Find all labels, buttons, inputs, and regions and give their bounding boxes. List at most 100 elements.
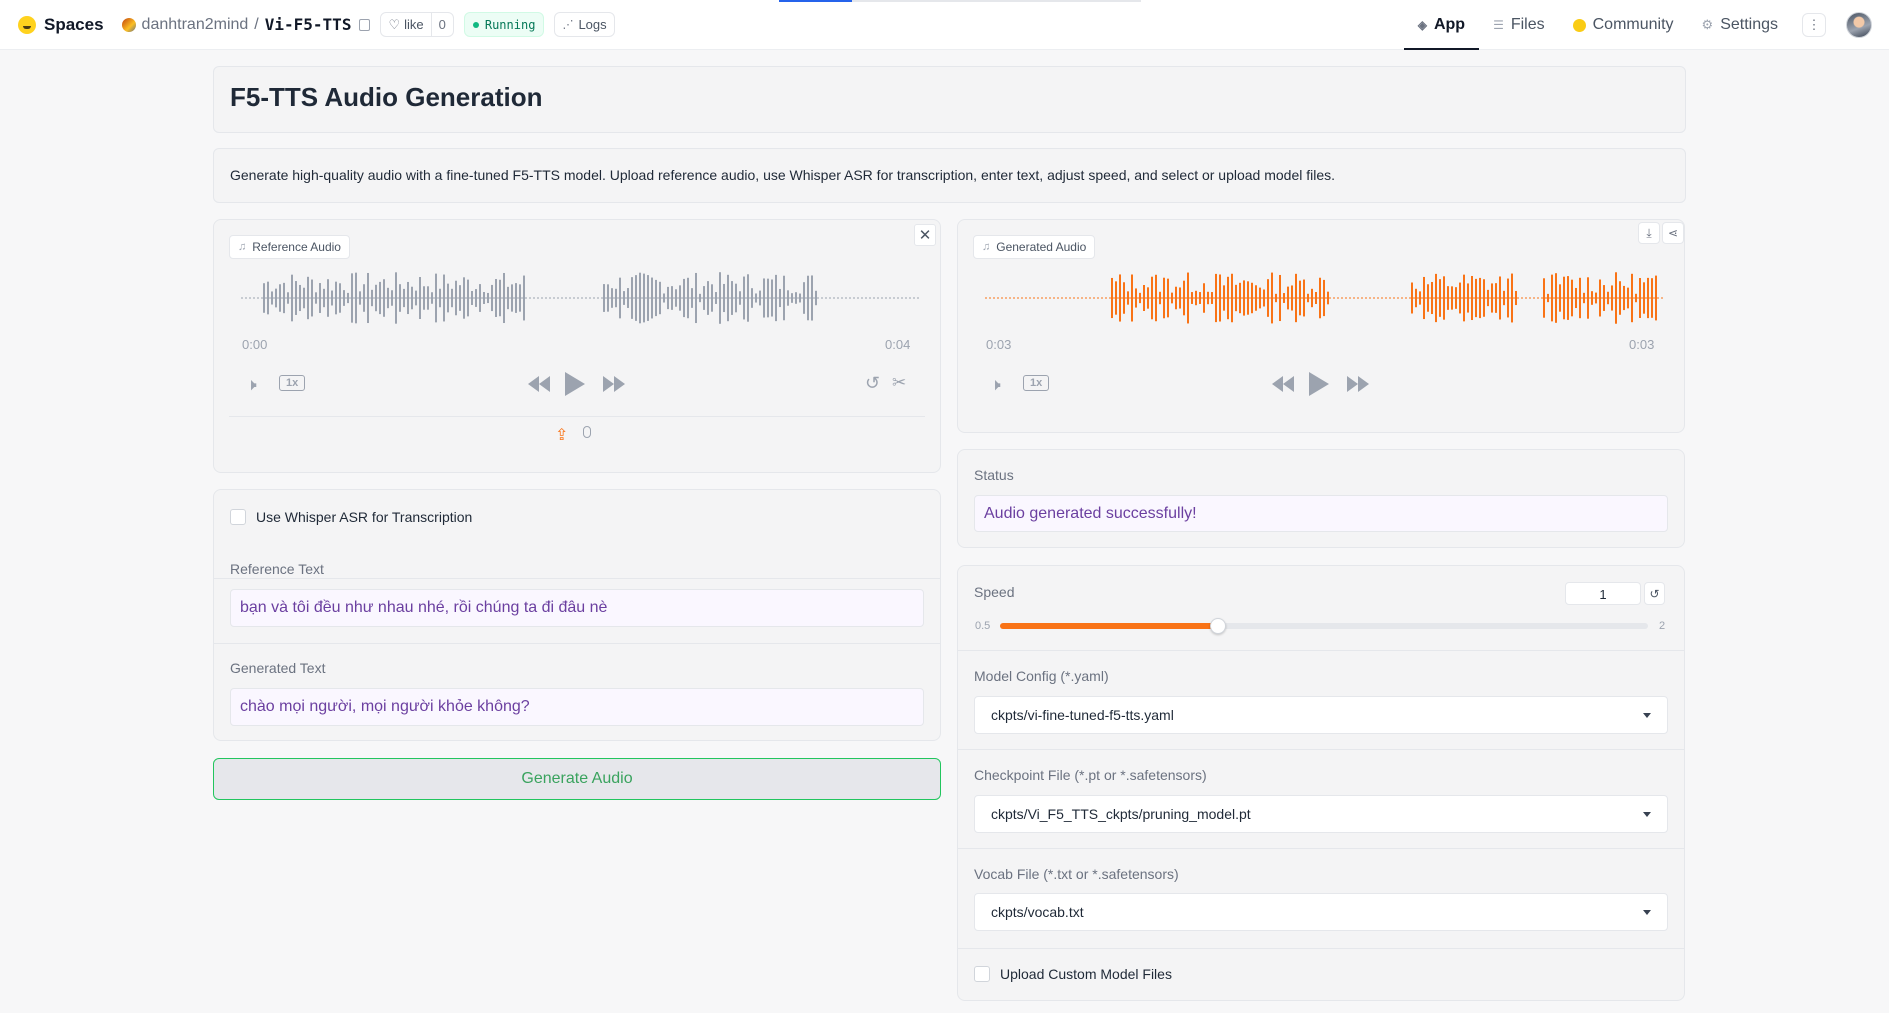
waveform-bar: [655, 279, 657, 317]
checkpoint-select[interactable]: ckpts/Vi_F5_TTS_ckpts/pruning_model.pt: [974, 795, 1668, 833]
waveform-bar: [1547, 293, 1549, 303]
vocab-select[interactable]: ckpts/vocab.txt: [974, 893, 1668, 931]
waveform-bar: [411, 286, 413, 310]
app-description-panel: Generate high-quality audio with a fine-…: [213, 148, 1686, 203]
waveform-bar: [1475, 278, 1477, 318]
waveform-bar: [1123, 282, 1125, 314]
waveform-bar: [1115, 281, 1117, 315]
repo-link[interactable]: Vi-F5-TTS: [265, 15, 352, 34]
waveform-bar: [695, 272, 697, 324]
generated-text-input[interactable]: chào mọi người, mọi người khỏe không?: [230, 688, 924, 726]
waveform-bar: [507, 286, 509, 310]
download-button[interactable]: ⤓: [1638, 222, 1660, 244]
owner-link[interactable]: danhtran2mind: [142, 16, 249, 34]
tab-settings-label: Settings: [1720, 16, 1778, 33]
waveform-bar: [391, 290, 393, 306]
rewind-button[interactable]: [1272, 376, 1294, 392]
speed-reset-button[interactable]: ↺: [1644, 582, 1665, 605]
waveform-bar: [735, 283, 737, 313]
waveform-bar: [499, 279, 501, 317]
waveform-bar: [1227, 276, 1229, 320]
rewind-icon: [528, 376, 539, 392]
waveform-bar: [459, 285, 461, 311]
waveform-bar: [1651, 278, 1653, 318]
playback-rate-button[interactable]: 1x: [279, 375, 306, 391]
volume-icon: 🕨: [990, 375, 1001, 394]
model-config-select[interactable]: ckpts/vi-fine-tuned-f5-tts.yaml: [974, 696, 1668, 734]
tab-files-label: Files: [1510, 16, 1545, 33]
like-button[interactable]: ♡ like 0: [380, 12, 454, 37]
undo-button[interactable]: ↺: [865, 373, 880, 394]
logs-button[interactable]: ⋰ Logs: [554, 12, 615, 37]
waveform-bar: [1491, 283, 1493, 313]
fast-forward-button[interactable]: [603, 376, 625, 392]
generate-audio-button[interactable]: Generate Audio: [213, 758, 941, 800]
waveform-bar: [683, 278, 685, 318]
waveform-bar: [1119, 274, 1121, 322]
share-button[interactable]: ⋖: [1662, 222, 1684, 244]
waveform-bar: [1295, 273, 1297, 323]
volume-button[interactable]: 🕨: [246, 375, 257, 395]
waveform-bar: [783, 275, 785, 321]
waveform-bar: [1579, 277, 1581, 319]
tab-settings[interactable]: ⚙ Settings: [1688, 0, 1792, 50]
waveform-bar: [1183, 280, 1185, 316]
waveform-bar: [1427, 284, 1429, 312]
rewind-button[interactable]: [528, 376, 550, 392]
more-menu-button[interactable]: ⋮: [1802, 13, 1826, 37]
record-audio-button[interactable]: [583, 426, 591, 438]
waveform-bar: [1559, 284, 1561, 312]
speed-number-input[interactable]: 1: [1565, 582, 1641, 605]
play-button[interactable]: [565, 372, 585, 396]
waveform-bar: [627, 288, 629, 308]
waveform-bar: [319, 283, 321, 313]
waveform-bar: [1311, 288, 1313, 308]
waveform-bar: [1203, 283, 1205, 313]
tab-community[interactable]: Community: [1559, 0, 1688, 50]
upload-custom-checkbox[interactable]: [974, 966, 990, 982]
waveform-bar: [711, 284, 713, 312]
spaces-logo[interactable]: Spaces: [18, 15, 104, 35]
waveform-bar: [1635, 293, 1637, 303]
waveform-bar: [1271, 272, 1273, 324]
clear-audio-button[interactable]: ✕: [914, 224, 936, 246]
waveform-bar: [671, 286, 673, 310]
volume-button[interactable]: 🕨: [990, 375, 1001, 395]
speed-slider[interactable]: [1000, 618, 1648, 634]
fast-forward-button[interactable]: [1347, 376, 1369, 392]
whisper-checkbox-row[interactable]: Use Whisper ASR for Transcription: [230, 509, 472, 525]
waveform-bar: [1467, 283, 1469, 313]
play-button[interactable]: [1309, 372, 1329, 396]
waveform-bar: [1631, 273, 1633, 323]
waveform-bar: [427, 286, 429, 310]
waveform-bar: [415, 290, 417, 306]
reference-text-input[interactable]: bạn và tôi đều như nhau nhé, rồi chúng t…: [230, 589, 924, 627]
trim-button[interactable]: ✂: [892, 373, 906, 393]
upload-custom-row[interactable]: Upload Custom Model Files: [974, 966, 1172, 982]
playback-rate-button[interactable]: 1x: [1023, 375, 1050, 391]
tab-app[interactable]: ◈ App: [1403, 0, 1480, 50]
reference-waveform[interactable]: [241, 268, 921, 328]
waveform-bar: [1503, 290, 1505, 306]
waveform-bar: [1595, 292, 1597, 304]
waveform-bar: [1575, 287, 1577, 309]
whisper-checkbox[interactable]: [230, 509, 246, 525]
generated-text-label: Generated Text: [230, 660, 326, 676]
checkpoint-label: Checkpoint File (*.pt or *.safetensors): [974, 767, 1207, 783]
copy-icon[interactable]: [359, 18, 371, 31]
generated-waveform[interactable]: [985, 268, 1665, 328]
speed-min-label: 0.5: [975, 620, 991, 632]
waveform-bar: [1499, 276, 1501, 320]
user-avatar[interactable]: [1846, 12, 1872, 38]
status-output[interactable]: Audio generated successfully!: [974, 495, 1668, 532]
reference-audio-label: Reference Audio: [252, 240, 341, 254]
chevron-down-icon: [1643, 909, 1651, 915]
waveform-bar: [1415, 288, 1417, 308]
waveform-bar: [455, 280, 457, 316]
waveform-bar: [631, 277, 633, 319]
status-badge[interactable]: Running: [463, 12, 545, 37]
waveform-bar: [731, 281, 733, 315]
upload-audio-button[interactable]: ⇪: [555, 425, 568, 445]
field-divider: [214, 578, 940, 579]
tab-files[interactable]: ☰ Files: [1479, 0, 1559, 50]
